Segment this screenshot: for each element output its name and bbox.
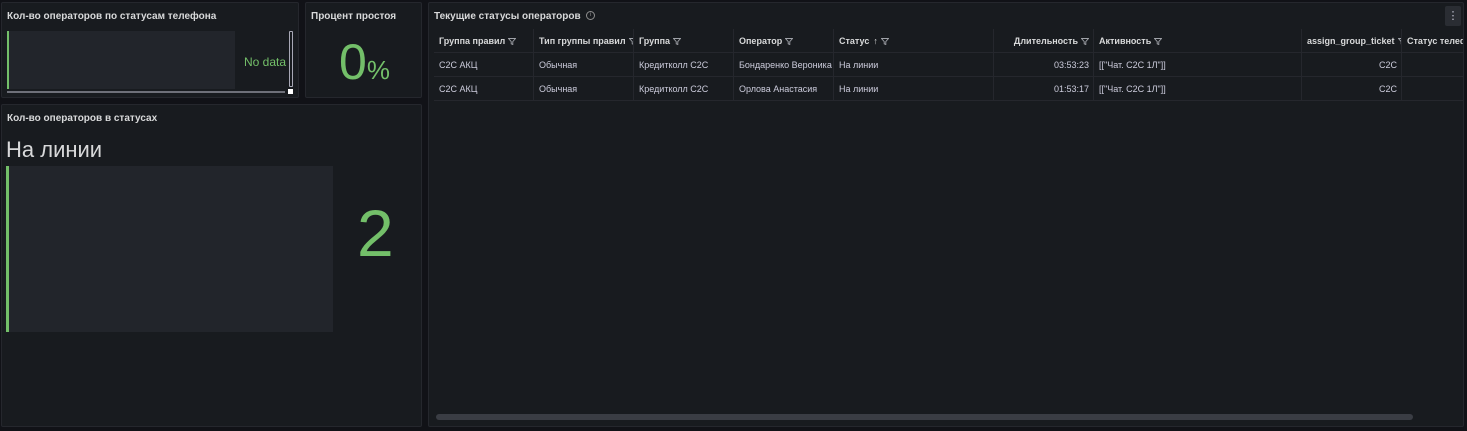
table-cell: [["Чат. C2C 1Л"]]: [1094, 53, 1302, 77]
no-data-label: No data: [244, 55, 287, 69]
sort-ascending-icon[interactable]: ↑: [873, 36, 878, 46]
column-header[interactable]: Группа правил: [434, 29, 534, 53]
status-label: На линии: [6, 137, 103, 162]
table-header-row: Группа правил Тип группы правил Группа О…: [434, 29, 1463, 53]
table-row[interactable]: C2C АКЦ Обычная Кредитколл C2C Бондаренк…: [434, 53, 1463, 77]
horizontal-scrollbar[interactable]: [436, 414, 1413, 420]
table-cell: На линии: [834, 77, 994, 101]
stat-number: 0: [339, 34, 367, 90]
table-cell: Обычная: [534, 77, 634, 101]
stat-value: 0%: [306, 33, 421, 91]
phone-status-panel: Кол-во операторов по статусам телефона N…: [1, 2, 299, 98]
horizontal-scrollbar[interactable]: [7, 91, 285, 93]
table-cell: C2C АКЦ: [434, 77, 534, 101]
sparkline-area: [6, 166, 333, 332]
vertical-scrollbar[interactable]: [289, 31, 293, 87]
table-cell: C2C: [1302, 53, 1402, 77]
column-header[interactable]: assign_group_ticket: [1302, 29, 1402, 53]
table-cell: [1402, 53, 1463, 77]
column-header[interactable]: Статус телефона: [1402, 29, 1463, 53]
status-count: 2: [357, 196, 394, 270]
filter-icon[interactable]: [880, 38, 889, 45]
resize-handle[interactable]: [288, 89, 293, 94]
table-cell: Бондаренко Вероника: [734, 53, 834, 77]
table-cell: [1402, 77, 1463, 101]
current-statuses-panel: Текущие статусы операторов i ⋮ Группа пр…: [428, 2, 1464, 427]
operators-table: Группа правил Тип группы правил Группа О…: [434, 29, 1463, 101]
table-cell: [["Чат. C2C 1Л"]]: [1094, 77, 1302, 101]
column-header[interactable]: Группа: [634, 29, 734, 53]
filter-icon[interactable]: [1081, 38, 1089, 45]
filter-icon[interactable]: [785, 38, 794, 45]
panel-title[interactable]: Процент простоя: [311, 11, 396, 22]
panel-title[interactable]: Кол-во операторов по статусам телефона: [7, 11, 216, 22]
table-cell: На линии: [834, 53, 994, 77]
column-header[interactable]: Активность: [1094, 29, 1302, 53]
table-cell: Орлова Анастасия: [734, 77, 834, 101]
operators-in-status-panel: Кол-во операторов в статусах На линии 2: [1, 104, 422, 427]
column-header[interactable]: Оператор: [734, 29, 834, 53]
info-icon[interactable]: i: [586, 11, 595, 20]
filter-icon[interactable]: [673, 38, 682, 45]
kebab-menu-icon[interactable]: ⋮: [1445, 6, 1461, 26]
table-cell: Кредитколл C2C: [634, 77, 734, 101]
panel-title[interactable]: Текущие статусы операторов: [434, 11, 581, 22]
panel-title[interactable]: Кол-во операторов в статусах: [7, 113, 157, 124]
table-cell: 01:53:17: [994, 77, 1094, 101]
table-cell: 03:53:23: [994, 53, 1094, 77]
idle-percent-panel: Процент простоя 0%: [305, 2, 422, 98]
table-row[interactable]: C2C АКЦ Обычная Кредитколл C2C Орлова Ан…: [434, 77, 1463, 101]
column-header[interactable]: Длительность: [994, 29, 1094, 53]
table-cell: Кредитколл C2C: [634, 53, 734, 77]
stat-unit: %: [366, 55, 390, 85]
table-cell: C2C: [1302, 77, 1402, 101]
chart-area: [7, 31, 235, 89]
filter-icon[interactable]: [1154, 38, 1163, 45]
column-header[interactable]: Статус ↑: [834, 29, 994, 53]
column-header[interactable]: Тип группы правил: [534, 29, 634, 53]
table-cell: C2C АКЦ: [434, 53, 534, 77]
table-cell: Обычная: [534, 53, 634, 77]
filter-icon[interactable]: [508, 38, 517, 45]
